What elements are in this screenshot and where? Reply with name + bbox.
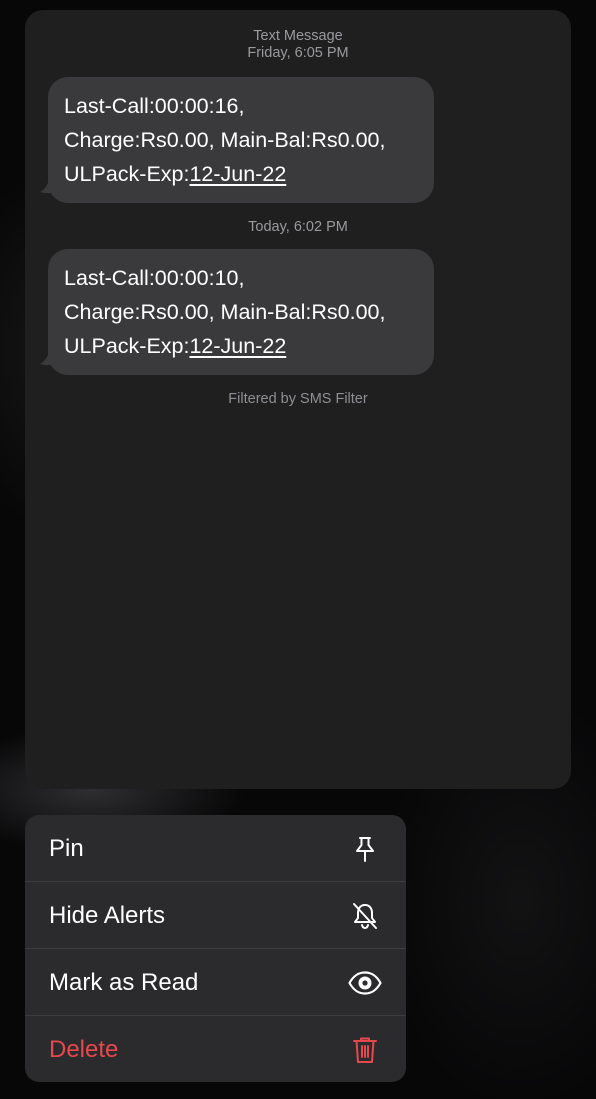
date-link[interactable]: 12-Jun-22 xyxy=(189,334,286,358)
menu-item-label: Delete xyxy=(49,1036,119,1063)
screen: Text Message Friday, 6:05 PM Last-Call:0… xyxy=(0,0,596,1099)
menu-item-hide-alerts[interactable]: Hide Alerts xyxy=(25,882,406,949)
message-line: Charge:Rs0.00, Main-Bal:Rs0.00, xyxy=(64,300,386,324)
context-menu: Pin Hide Alerts Mark as Read Delete xyxy=(25,815,406,1082)
filter-note: Filtered by SMS Filter xyxy=(228,391,368,407)
pin-icon xyxy=(356,837,374,862)
bell-slash-icon xyxy=(353,903,377,929)
menu-item-label: Pin xyxy=(49,835,84,862)
menu-item-label: Hide Alerts xyxy=(49,902,166,929)
message-time: Friday, 6:05 PM xyxy=(247,45,349,61)
message-line: Last-Call:00:00:10, xyxy=(64,266,245,290)
menu-item-label: Mark as Read xyxy=(49,969,199,996)
message-line: ULPack-Exp:12-Jun-22 xyxy=(64,157,434,191)
sender-title: Text Message xyxy=(253,28,343,44)
message-timestamp: Today, 6:02 PM xyxy=(248,219,348,235)
message-text: ULPack-Exp: xyxy=(64,334,190,358)
message-bubble[interactable]: Last-Call:00:00:16, Charge:Rs0.00, Main-… xyxy=(48,77,434,203)
message-line: ULPack-Exp:12-Jun-22 xyxy=(64,329,434,363)
menu-item-mark-as-read[interactable]: Mark as Read xyxy=(25,949,406,1016)
message-preview-card[interactable]: Text Message Friday, 6:05 PM Last-Call:0… xyxy=(25,10,571,789)
message-line: Last-Call:00:00:16, xyxy=(64,94,245,118)
message-text: ULPack-Exp: xyxy=(64,162,190,186)
conversation-header: Text Message Friday, 6:05 PM xyxy=(25,28,571,62)
message-line: Charge:Rs0.00, Main-Bal:Rs0.00, xyxy=(64,128,386,152)
menu-item-delete[interactable]: Delete xyxy=(25,1016,406,1082)
menu-item-pin[interactable]: Pin xyxy=(25,815,406,882)
date-link[interactable]: 12-Jun-22 xyxy=(189,162,286,186)
message-bubble[interactable]: Last-Call:00:00:10, Charge:Rs0.00, Main-… xyxy=(48,249,434,375)
trash-icon xyxy=(353,1037,377,1063)
eye-icon xyxy=(348,971,382,995)
